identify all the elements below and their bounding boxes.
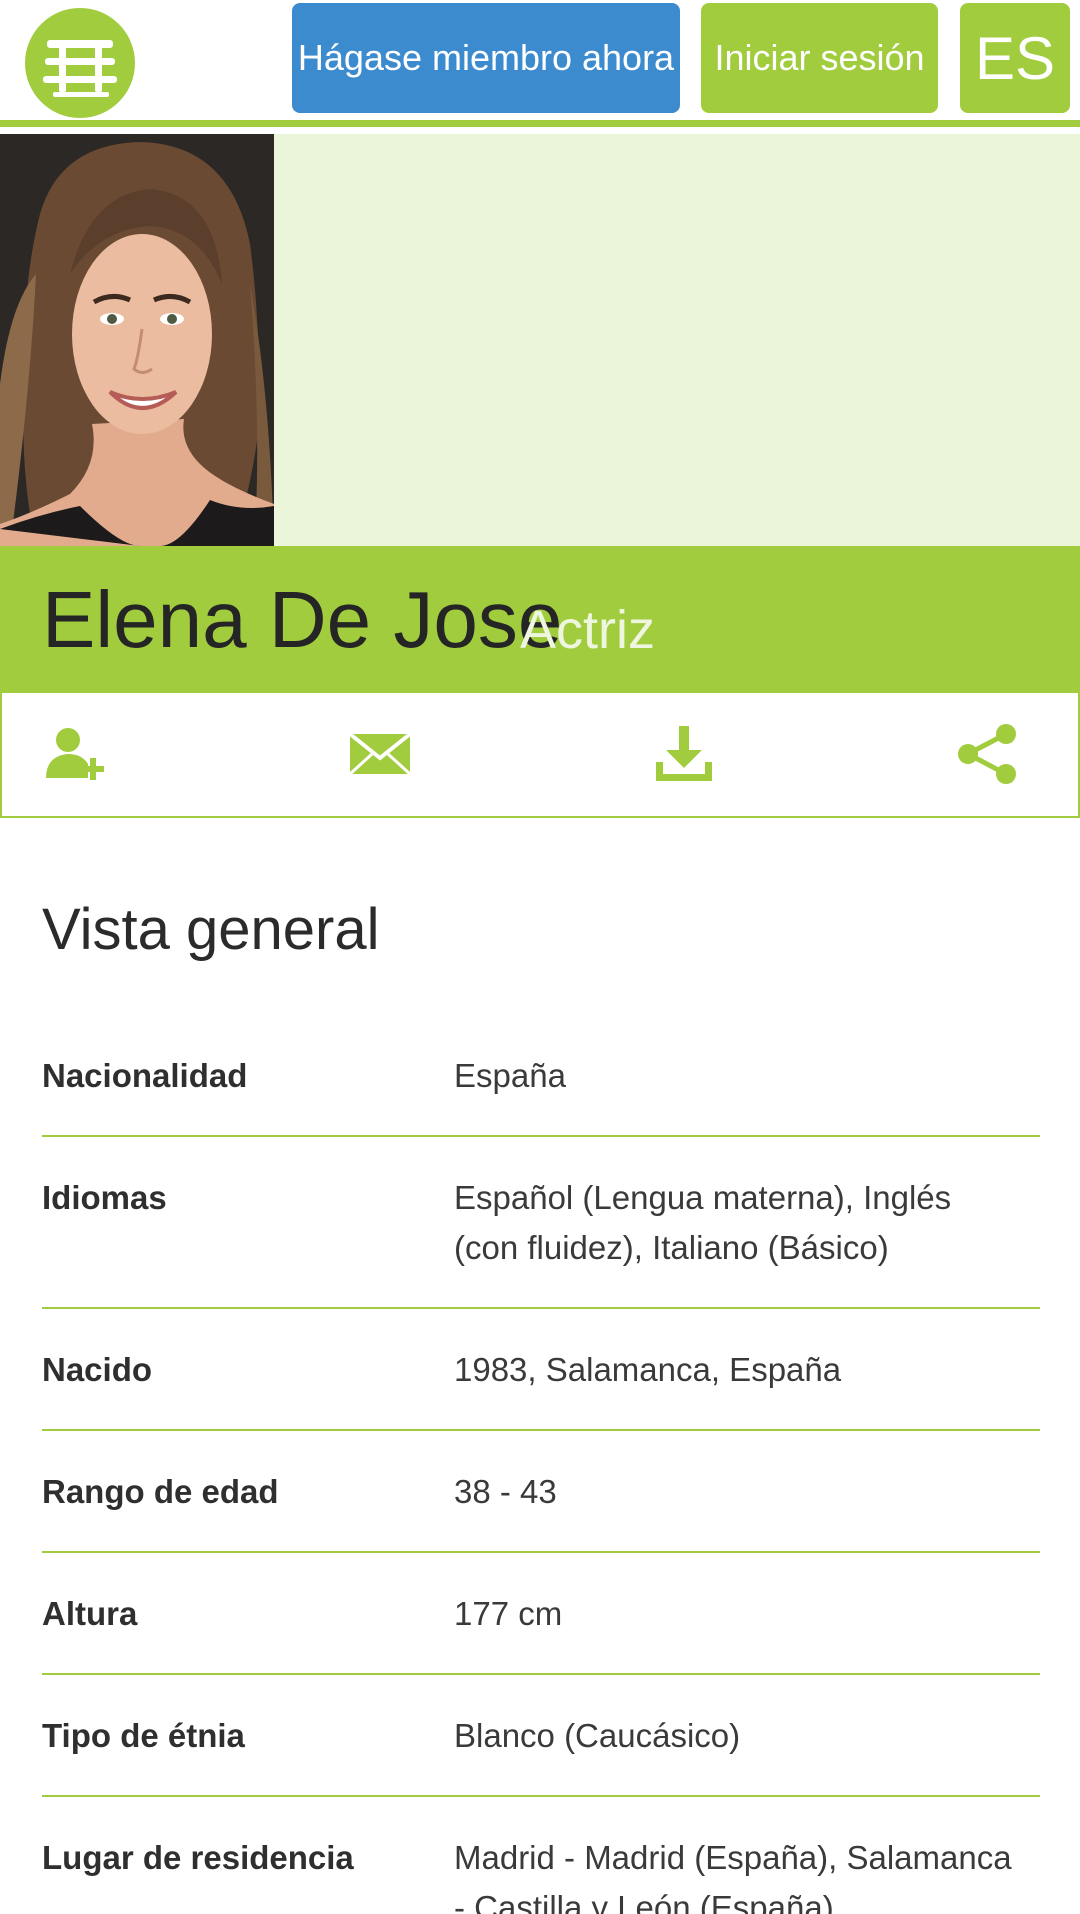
detail-label: Lugar de residencia	[42, 1839, 354, 1876]
language-button[interactable]: ES	[960, 3, 1070, 113]
detail-row: Idiomas Español (Lengua materna), Inglés…	[42, 1137, 1040, 1309]
detail-value: Español (Lengua materna), Inglés (con fl…	[454, 1179, 952, 1266]
add-contact-icon	[46, 728, 104, 780]
bench-icon[interactable]	[25, 8, 135, 118]
detail-value: 177 cm	[454, 1595, 563, 1632]
share-icon	[958, 724, 1016, 784]
detail-row: Nacido 1983, Salamanca, España	[42, 1309, 1040, 1431]
download-icon	[656, 726, 712, 781]
detail-label: Idiomas	[42, 1179, 167, 1216]
name-band: Elena De Jose Actriz	[0, 546, 1080, 693]
detail-label: Tipo de étnia	[42, 1717, 245, 1754]
detail-label: Nacido	[42, 1351, 153, 1388]
overview-table: Nacionalidad España Idiomas Español (Len…	[42, 1015, 1040, 1914]
detail-row: Tipo de étnia Blanco (Caucásico)	[42, 1675, 1040, 1797]
detail-value: Madrid - Madrid (España), Salamanca - Ca…	[454, 1839, 1012, 1914]
profile-role: Actriz	[520, 600, 655, 660]
detail-row: Rango de edad 38 - 43	[42, 1431, 1040, 1553]
detail-label: Nacionalidad	[42, 1057, 248, 1094]
profile-hero	[0, 134, 1080, 546]
detail-value: 38 - 43	[454, 1473, 557, 1510]
share-button[interactable]	[954, 721, 1022, 787]
detail-label: Rango de edad	[42, 1473, 279, 1510]
detail-value: Blanco (Caucásico)	[454, 1717, 741, 1754]
top-navbar: Hágase miembro ahora Iniciar sesión ES	[0, 0, 1080, 127]
download-button[interactable]	[650, 721, 718, 787]
detail-value: España	[454, 1057, 566, 1094]
login-button[interactable]: Iniciar sesión	[701, 3, 938, 113]
detail-row: Altura 177 cm	[42, 1553, 1040, 1675]
profile-page: Hágase miembro ahora Iniciar sesión ES E…	[0, 0, 1080, 1914]
mail-icon	[348, 732, 412, 776]
profile-name: Elena De Jose	[42, 575, 563, 664]
add-contact-button[interactable]	[40, 721, 108, 787]
detail-label: Altura	[42, 1595, 138, 1632]
detail-value: 1983, Salamanca, España	[454, 1351, 842, 1388]
profile-photo[interactable]	[0, 134, 274, 546]
profile-actions-bar	[0, 693, 1080, 818]
join-now-button[interactable]: Hágase miembro ahora	[292, 3, 680, 113]
detail-row: Lugar de residencia Madrid - Madrid (Esp…	[42, 1797, 1040, 1914]
message-button[interactable]	[346, 721, 414, 787]
detail-row: Nacionalidad España	[42, 1015, 1040, 1137]
overview-title: Vista general	[42, 897, 380, 962]
